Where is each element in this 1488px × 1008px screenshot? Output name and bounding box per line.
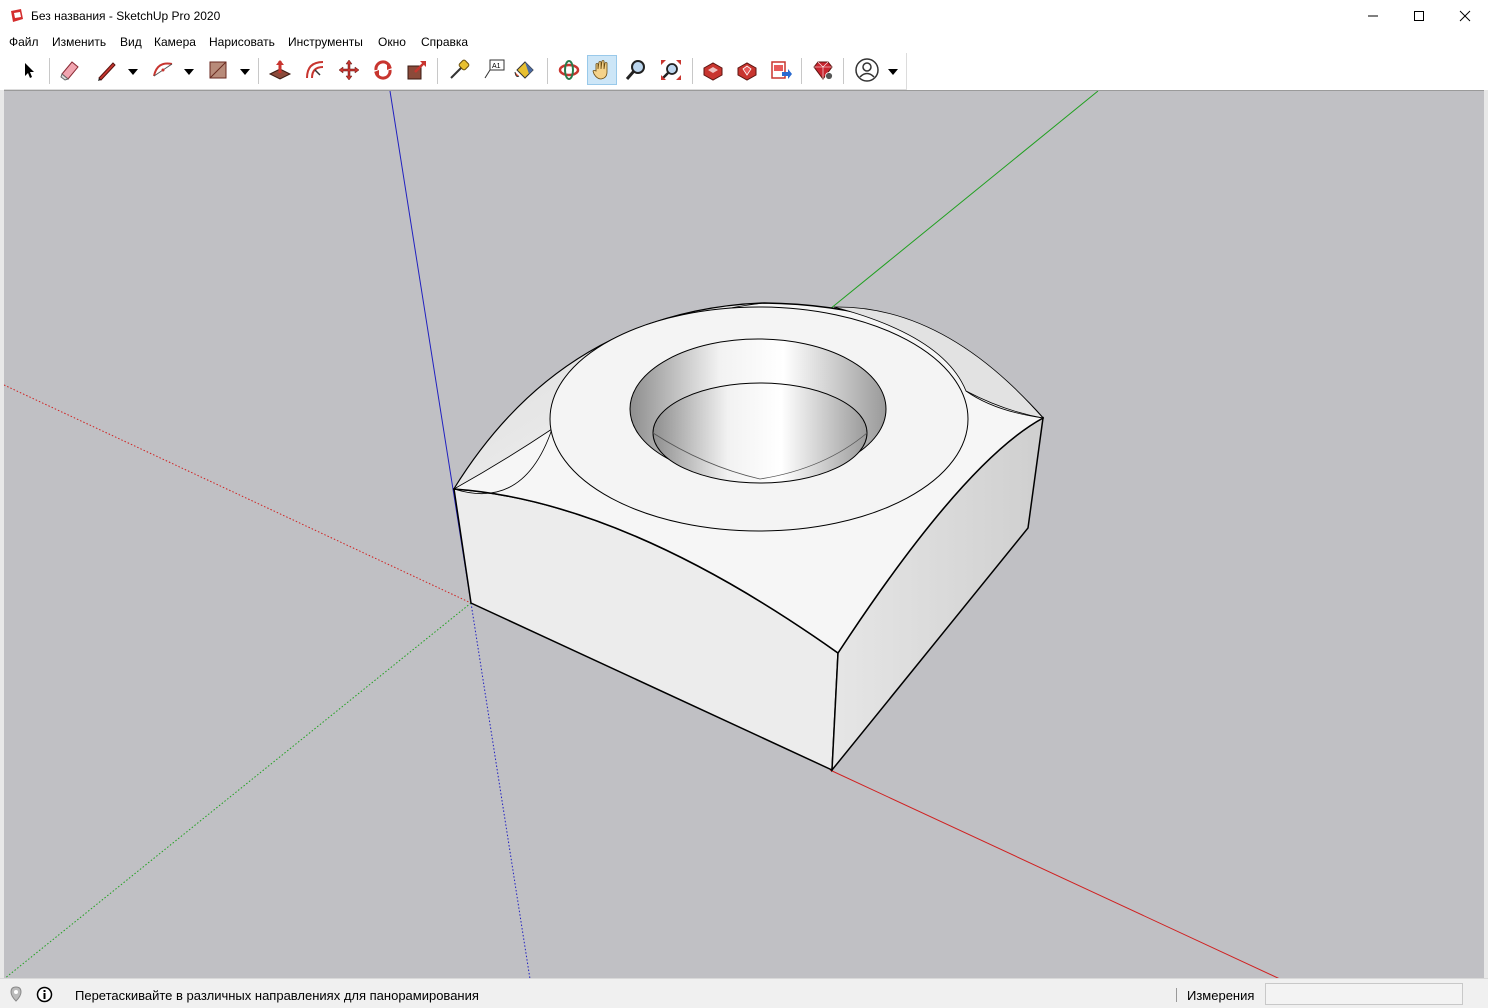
green-axis-negative (4, 602, 472, 978)
orbit-icon (558, 60, 580, 80)
tape-measure-icon (450, 59, 470, 79)
rectangle-tool-button[interactable] (203, 55, 233, 85)
shapes-dropdown-chevron-down-icon[interactable] (239, 64, 251, 78)
hole-inner-edge[interactable] (652, 382, 868, 484)
tape-measure-tool-button[interactable] (444, 55, 474, 85)
menu-view[interactable]: Вид (120, 35, 142, 49)
offset-icon (306, 61, 324, 79)
menu-help[interactable]: Справка (421, 35, 468, 49)
green-axis-positive (829, 91, 1099, 310)
status-hint: Перетаскивайте в различных направлениях … (75, 988, 479, 1003)
zoom-tool-button[interactable] (621, 55, 651, 85)
push-pull-icon (268, 60, 292, 80)
svg-text:A1: A1 (492, 63, 501, 70)
menu-bar: Файл Изменить Вид Камера Нарисовать Инст… (0, 32, 1488, 52)
status-bar: Перетаскивайте в различных направлениях … (0, 978, 1488, 1008)
eraser-tool-button[interactable] (55, 55, 85, 85)
extension-warehouse-icon (737, 62, 757, 81)
scale-tool-button[interactable] (402, 55, 432, 85)
offset-tool-button[interactable] (300, 55, 330, 85)
layout-send-icon (771, 61, 792, 79)
zoom-extents-tool-button[interactable] (656, 55, 686, 85)
red-axis-positive (829, 769, 1280, 978)
geo-location-icon[interactable] (8, 986, 24, 1002)
pencil-icon (98, 62, 116, 81)
text-label-icon: A1 (484, 59, 505, 79)
minimize-icon (1368, 15, 1378, 17)
pan-tool-button[interactable] (587, 55, 617, 85)
send-to-layout-button[interactable] (766, 55, 796, 85)
scale-icon (407, 61, 426, 80)
arc-dropdown-chevron-down-icon[interactable] (183, 64, 195, 78)
rotate-tool-button[interactable] (368, 55, 398, 85)
3d-warehouse-icon (703, 62, 723, 81)
title-bar: Без названия - SketchUp Pro 2020 (0, 0, 1488, 32)
modeling-viewport[interactable] (4, 90, 1484, 978)
maximize-icon (1414, 11, 1424, 21)
menu-file[interactable]: Файл (9, 35, 39, 49)
menu-edit[interactable]: Изменить (52, 35, 106, 49)
push-pull-tool-button[interactable] (265, 55, 295, 85)
arc-icon (153, 62, 173, 77)
3d-warehouse-button[interactable] (698, 55, 728, 85)
user-account-icon (855, 58, 879, 82)
orbit-tool-button[interactable] (554, 55, 584, 85)
rotate-icon (374, 60, 392, 80)
paint-bucket-tool-button[interactable] (510, 55, 540, 85)
measurements-label: Измерения (1187, 988, 1255, 1003)
move-tool-button[interactable] (334, 55, 364, 85)
account-dropdown-chevron-down-icon[interactable] (887, 64, 899, 78)
zoom-magnifier-icon (625, 60, 645, 80)
toolbar: A1 (0, 52, 1488, 90)
blue-axis-negative (470, 602, 531, 978)
menu-tools[interactable]: Инструменты (288, 35, 363, 49)
eraser-icon (60, 61, 79, 81)
close-icon (1459, 10, 1471, 22)
menu-draw[interactable]: Нарисовать (209, 35, 275, 49)
maximize-button[interactable] (1396, 0, 1442, 32)
right-edge (1484, 90, 1488, 978)
info-icon[interactable] (36, 986, 53, 1003)
rectangle-icon (209, 61, 227, 79)
extension-warehouse-button[interactable] (732, 55, 762, 85)
pan-hand-icon (592, 60, 608, 80)
line-tool-button[interactable] (92, 55, 122, 85)
arc-tool-button[interactable] (148, 55, 178, 85)
measurements-input[interactable] (1265, 983, 1463, 1005)
account-button[interactable] (852, 55, 882, 85)
sketchup-logo-icon (11, 9, 23, 22)
zoom-extents-icon (661, 60, 681, 80)
line-dropdown-chevron-down-icon[interactable] (127, 64, 139, 78)
extension-manager-button[interactable] (808, 55, 838, 85)
minimize-button[interactable] (1350, 0, 1396, 32)
red-axis-negative (4, 384, 472, 604)
window-title: Без названия - SketchUp Pro 2020 (31, 9, 221, 23)
text-tool-button[interactable]: A1 (479, 55, 509, 85)
scene-canvas[interactable] (4, 91, 1484, 978)
select-arrow-icon (25, 63, 34, 78)
menu-window[interactable]: Окно (378, 35, 406, 49)
move-arrows-icon (338, 59, 360, 81)
menu-camera[interactable]: Камера (154, 35, 196, 49)
close-button[interactable] (1442, 0, 1488, 32)
ruby-gem-icon (813, 61, 833, 80)
select-tool-button[interactable] (14, 55, 44, 85)
paint-bucket-icon (514, 61, 534, 79)
